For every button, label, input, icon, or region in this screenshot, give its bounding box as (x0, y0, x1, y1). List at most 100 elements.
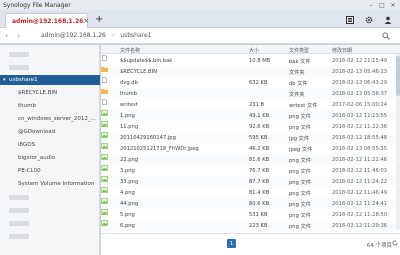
table-row[interactable]: 11.png 92.6 KB png 文件 2018-02-12 11:22:36 (101, 121, 400, 132)
file-type: db 文件 (289, 80, 308, 87)
file-type: png 文件 (289, 223, 311, 230)
file-name: dvg.db (120, 79, 138, 86)
image-file-icon (101, 143, 108, 149)
sidebar-item-hidden[interactable] (0, 192, 100, 202)
sidebar-item[interactable]: bigstor_audio (0, 153, 100, 163)
table-row[interactable]: 6.png 223 KB png 文件 2018-02-12 11:29:36 (101, 220, 400, 231)
sidebar-item[interactable]: ▾ usbshare1 (0, 75, 100, 85)
file-modified: 2018-02-12 11:22:46 (332, 156, 388, 163)
file-modified: 2018-02-12 11:24:22 (332, 178, 388, 185)
file-name: 33.png (120, 178, 139, 185)
sidebar-item-hidden[interactable] (0, 205, 100, 215)
table-row[interactable]: 3.png 76.7 KB png 文件 2018-02-12 11:46:03 (101, 165, 400, 176)
sidebar-item-hidden[interactable] (0, 218, 100, 228)
file-list: 文件名称 大小 文件类型 修改日期 $$update$$.bin.bak 10.8… (101, 45, 400, 255)
sidebar-item[interactable]: System Volume Information (0, 179, 100, 189)
file-size: 595 KB (249, 134, 268, 141)
table-row[interactable]: 4.png 81.4 KB png 文件 2018-02-12 11:46:49 (101, 187, 400, 198)
breadcrumb-item-share[interactable]: usbshare1 (120, 32, 151, 39)
table-row[interactable]: thumb 文件夹 2018-02-13 05:56:37 (101, 88, 400, 99)
file-size: 76.7 KB (249, 167, 270, 174)
table-row[interactable]: writest 231 B wrtest 文件 2017-02-06 15:00:24 (101, 99, 400, 110)
file-modified: 2018-02-12 11:46:03 (332, 167, 388, 174)
sidebar-item-label: bigstor_audio (18, 155, 56, 161)
sidebar-item[interactable]: $RECYCLE.BIN (0, 88, 100, 98)
back-icon[interactable]: ‹ (5, 31, 17, 40)
scrollbar[interactable] (396, 54, 400, 229)
column-name[interactable]: 文件名称 (120, 47, 140, 54)
file-name: $RECYCLE.BIN (120, 68, 158, 75)
table-row[interactable]: 20110429160147.jpg 595 KB jpg 文件 2018-02-12… (101, 132, 400, 143)
table-row[interactable]: 22.png 81.6 KB png 文件 2018-02-12 11:22:46 (101, 154, 400, 165)
window-title: Synology File Manager (3, 1, 71, 9)
file-type: png 文件 (289, 179, 311, 186)
gear-icon[interactable] (364, 15, 373, 24)
file-size: 10.8 MB (249, 57, 271, 64)
sidebar-item[interactable]: thumb (0, 101, 100, 111)
file-modified: 2018-02-12 11:29:36 (332, 222, 388, 229)
table-row[interactable]: 44.png 80.6 KB png 文件 2018-02-12 11:24:41 (101, 198, 400, 209)
sidebar-item-label: @GDownload (18, 129, 56, 135)
table-row[interactable]: 5.png 531 KB png 文件 2018-02-12 11:28:50 (101, 209, 400, 220)
image-file-icon (101, 110, 108, 116)
sidebar-item[interactable]: i8GOS (0, 140, 100, 150)
sidebar-item-hidden[interactable] (0, 231, 100, 241)
file-modified: 2017-02-06 15:00:24 (332, 101, 388, 108)
column-modified[interactable]: 修改日期 (332, 47, 352, 54)
file-type: bak 文件 (289, 58, 311, 65)
tab-bar: admin@192.168.1.26 × + (0, 10, 400, 28)
sidebar: ▾ usbshare1 $RECYCLE.BIN thumb cn_windows_se… (0, 45, 100, 255)
file-size: 231 B (249, 101, 265, 108)
pagination-footer: 1 64 个项目 (101, 233, 400, 255)
table-row[interactable]: dvg.db 632 KB db 文件 2018-02-13 06:43:29 (101, 77, 400, 88)
minimize-icon[interactable]: – (367, 2, 375, 9)
file-modified: 2018-02-12 11:24:41 (332, 200, 388, 207)
sidebar-item-hidden[interactable] (0, 49, 100, 59)
page-button[interactable]: 1 (227, 239, 236, 248)
image-file-icon (101, 209, 108, 215)
sidebar-item[interactable]: cn_windows_server_2012_... (0, 114, 100, 124)
file-size: 531 KB (249, 211, 268, 218)
sidebar-item[interactable]: PE-CL00 (0, 166, 100, 176)
redacted-label (9, 233, 29, 239)
column-type[interactable]: 文件类型 (289, 47, 309, 54)
add-tab-button[interactable]: + (95, 15, 103, 25)
sidebar-item-label: usbshare1 (9, 77, 38, 83)
file-type: 文件夹 (289, 69, 305, 76)
table-row[interactable]: 1.png 49.1 KB png 文件 2018-02-12 11:13:55 (101, 110, 400, 121)
close-window-icon[interactable]: ✕ (389, 2, 397, 9)
tab-close-icon[interactable]: × (83, 17, 89, 25)
file-name: 6.png (120, 222, 135, 229)
sidebar-item-hidden[interactable] (0, 62, 100, 72)
file-size: 92.6 KB (249, 123, 270, 130)
file-icon (102, 77, 107, 83)
breadcrumb-item-host[interactable]: admin@192.168.1.26 (41, 32, 106, 39)
list-icon[interactable] (345, 15, 354, 24)
table-row[interactable]: 20121025121718_FhWDr.jpeg 46.2 KB jpeg 文件 2… (101, 143, 400, 154)
file-modified: 2018-02-13 05:56:37 (332, 90, 388, 97)
file-name: 1.png (120, 112, 135, 119)
column-size[interactable]: 大小 (249, 47, 259, 54)
sidebar-item-label: System Volume Information (18, 181, 95, 187)
folder-icon (101, 88, 108, 94)
maximize-icon[interactable]: □ (378, 2, 386, 9)
image-file-icon (101, 165, 108, 171)
file-icon (102, 55, 107, 61)
file-name: 5.png (120, 211, 135, 218)
image-file-icon (101, 132, 108, 138)
table-row[interactable]: 33.png 87.7 KB png 文件 2018-02-12 11:24:22 (101, 176, 400, 187)
search-icon[interactable] (382, 32, 390, 40)
image-file-icon (101, 187, 108, 193)
forward-icon[interactable]: › (17, 31, 29, 40)
tab-connection[interactable]: admin@192.168.1.26 × (5, 13, 89, 28)
tab-label: admin@192.168.1.26 (12, 17, 84, 25)
refresh-icon[interactable] (392, 240, 398, 246)
table-row[interactable]: $RECYCLE.BIN 文件夹 2018-02-13 05:46:13 (101, 66, 400, 77)
table-row[interactable]: $$update$$.bin.bak 10.8 MB bak 文件 2018-02-1… (101, 55, 400, 66)
file-type: png 文件 (289, 190, 311, 197)
redacted-label (9, 64, 29, 70)
sidebar-item[interactable]: @GDownload (0, 127, 100, 137)
redacted-label (9, 207, 29, 213)
scrollbar-thumb[interactable] (396, 56, 400, 96)
user-icon[interactable] (383, 15, 392, 24)
